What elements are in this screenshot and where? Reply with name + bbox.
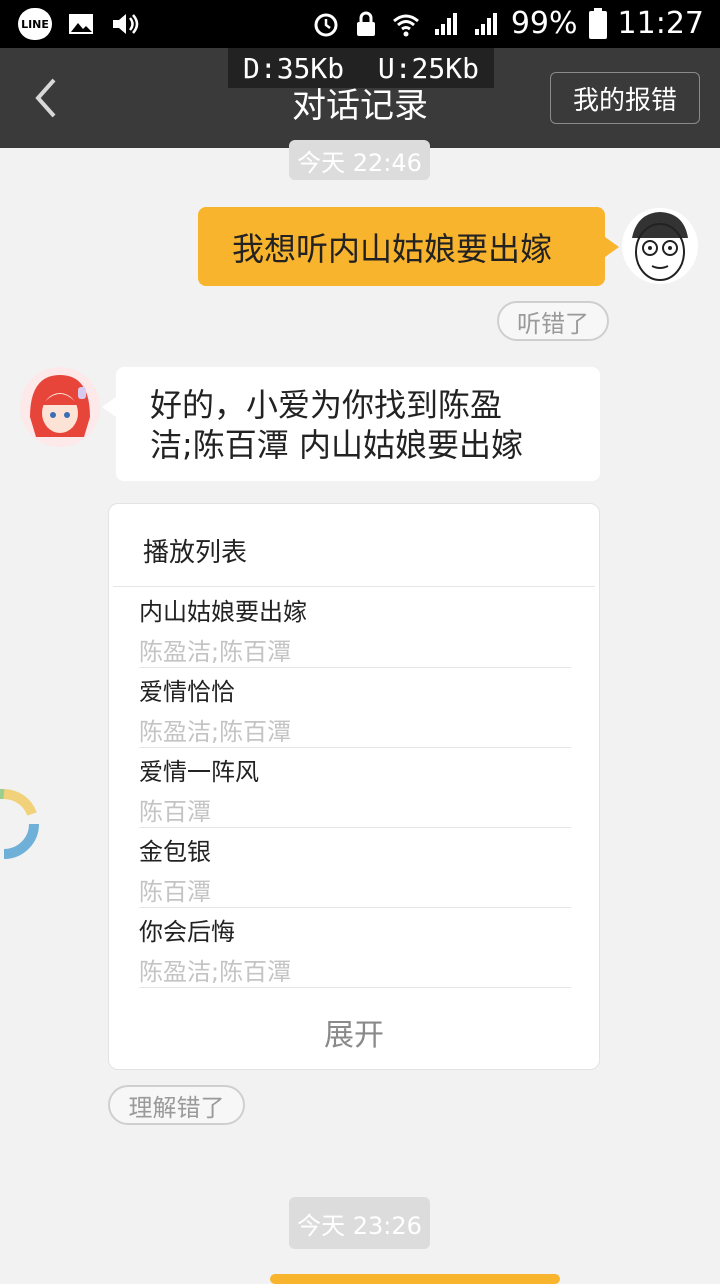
wifi-icon [392,14,419,36]
clock: 11:27 [617,6,704,41]
playlist-card: 播放列表 内山姑娘要出嫁 陈盈洁;陈百潭 爱情恰恰 陈盈洁;陈百潭 爱情一阵风 陈百潭… [108,503,600,1070]
user-message-bubble: 我想听内山姑娘要出嫁 [198,207,619,286]
volume-icon [113,14,139,34]
user-message-bubble-partial [270,1274,560,1284]
lock-icon [356,11,375,36]
user-avatar[interactable] [622,208,698,284]
song-artist: 陈百潭 [139,878,211,906]
song-name: 内山姑娘要出嫁 [139,598,307,626]
song-name: 爱情一阵风 [139,758,259,786]
bot-reply-line1: 好的，小爱为你找到陈盈 [150,386,503,424]
signal-icon [434,12,457,35]
playlist-item[interactable]: 爱情一阵风 陈百潭 [139,748,571,828]
divider [113,586,595,587]
playlist-item[interactable]: 爱情恰恰陈盈洁;陈百潭 [139,668,571,748]
line-app-icon: LINE [18,8,52,40]
song-name: 你会后悔 [139,918,235,946]
misunderstood-button[interactable]: 理解错了 [108,1085,245,1125]
timestamp: 今天 22:46 [289,140,430,180]
playlist-item[interactable]: 金包银 陈百潭 [139,828,571,908]
user-message-text: 我想听内山姑娘要出嫁 [232,229,553,268]
user-avatar-face-icon [632,212,688,281]
playlist-title: 播放列表 [143,538,248,568]
expand-button[interactable]: 展开 [109,1010,599,1054]
song-artist: 陈百潭 [139,798,211,826]
timestamp: 今天 23:26 [289,1197,430,1249]
battery-icon [588,7,607,39]
status-bar: LINE 99% 11:27 [0,0,720,48]
song-name: 爱情恰恰 [139,678,235,706]
playlist-item[interactable]: 你会后悔陈盈洁;陈百潭 [139,908,571,988]
battery-percent: 99% [510,6,578,41]
network-speed-overlay: D:35Kb U:25Kb [228,48,494,88]
song-artist: 陈盈洁;陈百潭 [139,638,292,666]
misheard-button[interactable]: 听错了 [497,301,609,341]
alarm-icon [314,13,338,36]
loading-spinner-icon [0,788,39,859]
song-artist: 陈盈洁;陈百潭 [139,718,292,746]
anime-girl-avatar-icon [30,375,90,437]
playlist-item[interactable]: 内山姑娘要出嫁 陈盈洁;陈百潭 [139,588,571,668]
signal-2-icon [474,12,497,35]
bot-avatar [20,367,100,447]
my-reports-button[interactable]: 我的报错 [550,72,700,124]
gallery-icon [69,14,93,34]
song-name: 金包银 [139,838,211,866]
song-artist: 陈盈洁;陈百潭 [139,958,292,986]
bot-reply-line2: 洁;陈百潭 内山姑娘要出嫁 [150,426,523,464]
bot-reply-bubble: 好的，小爱为你找到陈盈 洁;陈百潭 内山姑娘要出嫁 [102,367,600,481]
